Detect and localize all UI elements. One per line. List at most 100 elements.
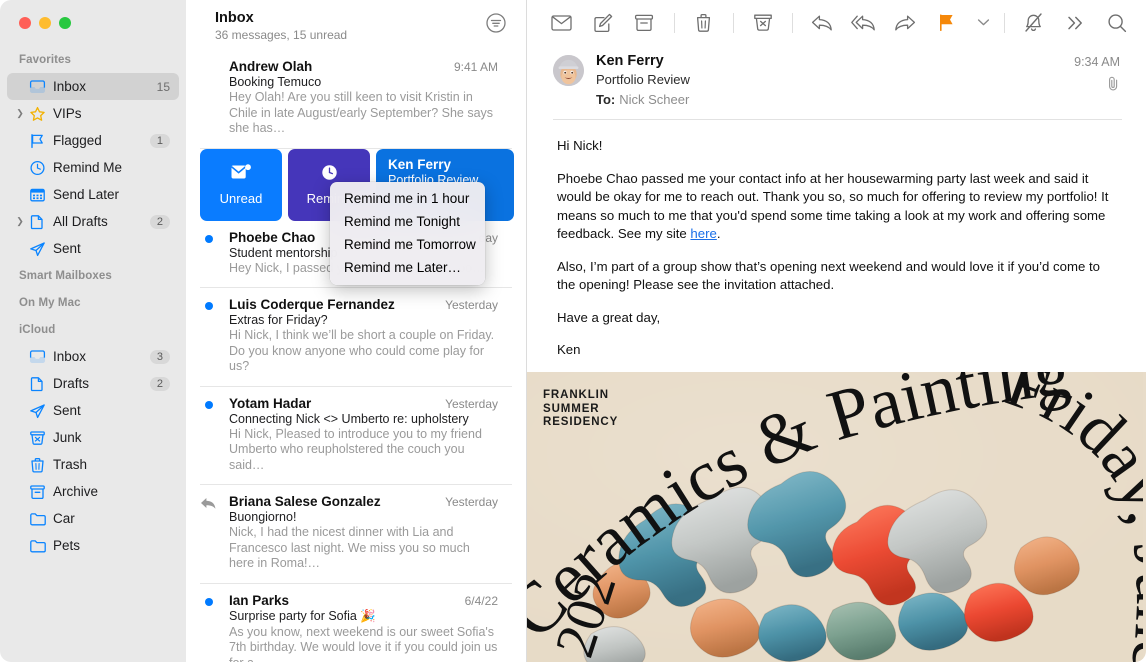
body-signature: Ken [557,342,581,357]
disclosure-triangle-icon[interactable]: ❯ [13,109,27,118]
toolbar-divider [732,12,734,33]
sidebar-item-send-later[interactable]: Send Later [7,181,179,208]
reply-icon[interactable] [810,8,835,38]
minimize-button[interactable] [39,17,51,29]
calendar-icon [27,187,48,203]
junk-bin-icon [27,430,48,446]
swipe-unread-button[interactable]: Unread [200,148,282,221]
message-sender: Andrew Olah [229,59,313,74]
sidebar-item-label: Remind Me [53,160,123,175]
context-menu-item[interactable]: Remind me Later… [330,256,485,279]
message-date: Yesterday [445,495,498,509]
inbox-tray-icon [27,79,48,95]
context-menu-item[interactable]: Remind me Tonight [330,210,485,233]
sidebar-item-label: Flagged [53,133,102,148]
sidebar-item-car[interactable]: Car [7,505,179,532]
poster-label-line-2: SUMMER [543,402,600,415]
close-button[interactable] [19,17,31,29]
message-subject: Buongiorno! [229,510,297,524]
sidebar-item-sent[interactable]: Sent [7,397,179,424]
chevron-down-icon[interactable] [976,8,990,38]
message-preview: Hi Nick, I think we’ll be short a couple… [229,328,495,373]
flag-outline-icon [27,133,48,149]
paperclip-icon[interactable] [1107,76,1120,96]
context-menu-item[interactable]: Remind me in 1 hour [330,187,485,210]
message-sender: Luis Coderque Fernandez [229,297,395,312]
sidebar-item-count: 2 [149,214,170,229]
poster-artwork: Ceramics & Painting Friday, June 202 [527,372,1143,662]
more-icon[interactable] [1063,8,1088,38]
message-list-item[interactable]: Andrew Olah 9:41 AM Booking Temuco Hey O… [200,50,512,149]
zoom-button[interactable] [59,17,71,29]
compose-icon[interactable] [591,8,616,38]
sidebar-item-inbox[interactable]: Inbox 3 [7,343,179,370]
attachment-poster-image[interactable]: FRANKLIN SUMMER RESIDENCY eramics & Pain… [527,372,1146,662]
poster-label-line-3: RESIDENCY [543,416,619,428]
mark-unread-icon[interactable] [549,8,574,38]
mute-icon[interactable] [1022,8,1047,38]
sidebar-item-sent[interactable]: Sent [7,235,179,262]
archive-icon[interactable] [632,8,657,38]
paper-plane-icon [27,241,48,257]
flag-icon[interactable] [935,8,960,38]
unread-dot [205,302,213,310]
sidebar-item-flagged[interactable]: Flagged 1 [7,127,179,154]
message-list-item[interactable]: Ian Parks 6/4/22 Surprise party for Sofi… [200,584,512,662]
sidebar-item-count: 3 [149,349,170,364]
document-icon [27,214,48,230]
message-preview: As you know, next weekend is our sweet S… [229,624,498,662]
email-time: 9:34 AM [1074,55,1120,69]
sidebar-item-label: Trash [53,457,88,472]
unread-dot [205,234,213,243]
message-list-item[interactable]: Briana Salese Gonzalez Yesterday Buongio… [200,485,512,584]
sidebar-item-junk[interactable]: Junk [7,424,179,451]
forward-icon[interactable] [893,8,918,38]
sidebar-item-all-drafts[interactable]: ❯ All Drafts 2 [7,208,179,235]
trash-icon [27,457,48,473]
sidebar-item-drafts[interactable]: Drafts 2 [7,370,179,397]
message-sender: Ian Parks [229,592,290,608]
reply-all-icon[interactable] [851,8,876,38]
disclosure-triangle-icon[interactable]: ❯ [13,217,27,226]
body-closing: Have a great day, [557,309,661,325]
to-value[interactable]: Nick Scheer [619,92,689,107]
message-list-item[interactable]: Luis Coderque Fernandez Yesterday Extras… [200,288,512,387]
trash-icon[interactable] [691,8,716,38]
message-subject: Surprise party for Sofia 🎉 [229,608,376,623]
filter-icon[interactable] [485,12,507,34]
sidebar-item-archive[interactable]: Archive [7,478,179,505]
sidebar-item-label: Junk [53,430,82,445]
message-list-item[interactable]: Yotam Hadar Yesterday Connecting Nick <>… [200,387,512,485]
message-subject: Connecting Nick <> Umberto re: upholster… [229,411,469,426]
mailbox-title: Inbox [215,10,254,26]
mark-unread-envelope-icon [230,163,252,186]
message-preview: Nick, I had the nicest dinner with Lia a… [229,525,470,570]
sidebar-item-label: Car [53,511,75,526]
context-menu-item[interactable]: Remind me Tomorrow [330,233,485,256]
message-date: Yesterday [445,298,498,312]
mailbox-status: 36 messages, 15 unread [215,28,348,42]
body-paragraph-1: Phoebe Chao passed me your contact info … [557,170,1116,244]
portfolio-site-link[interactable]: here [690,226,716,241]
unread-dot [205,400,213,409]
poster-label-line-1: FRANKLIN [543,389,609,401]
mail-window: Favorites Inbox 15 ❯ VIPs Flagged 1 Remind M… [0,0,1146,662]
sidebar-item-trash[interactable]: Trash [7,451,179,478]
selected-message-sender: Ken Ferry [388,156,452,172]
sidebar-item-pets[interactable]: Pets [7,532,179,559]
sidebar-item-remind-me[interactable]: Remind Me [7,154,179,181]
sidebar-item-label: Send Later [53,187,120,202]
sidebar-item-label: Archive [53,484,99,499]
sidebar-item-label: All Drafts [53,214,108,229]
archive-box-icon [27,484,48,500]
message-list: Inbox 36 messages, 15 unread Andrew Olah… [186,0,527,662]
junk-icon[interactable] [750,8,775,38]
reading-pane: Ken Ferry Portfolio Review To: Nick Schee… [527,0,1146,662]
email-recipient-row: To: Nick Scheer [596,92,1146,107]
body-paragraph-2: Also, I’m part of a group show that’s op… [557,258,1100,293]
memoji-avatar [553,55,584,86]
paper-plane-icon [27,403,48,419]
search-icon[interactable] [1105,8,1130,38]
sidebar-item-inbox[interactable]: Inbox 15 [7,73,179,100]
sidebar-item-vips[interactable]: ❯ VIPs [7,100,179,127]
